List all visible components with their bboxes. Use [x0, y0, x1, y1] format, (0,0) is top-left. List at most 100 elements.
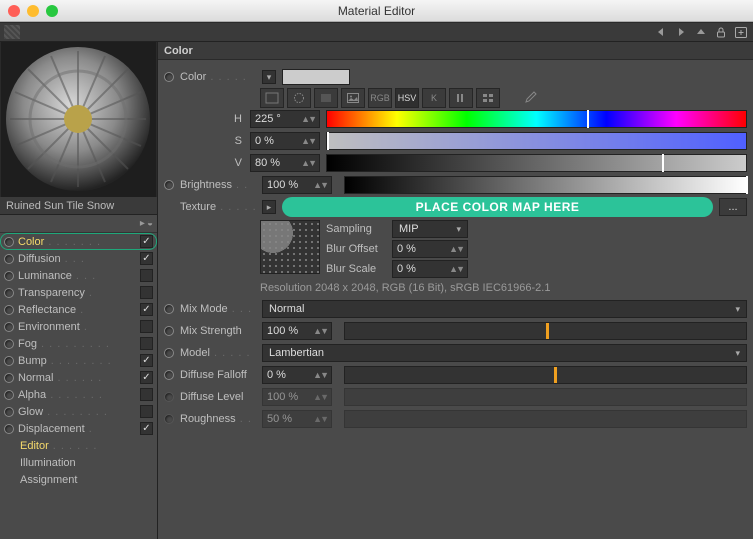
tool-rgb[interactable]: RGB — [368, 88, 392, 108]
tool-wheel-icon[interactable] — [287, 88, 311, 108]
close-button[interactable] — [8, 5, 20, 17]
model-row: Model . . . . . Lambertian▾ — [164, 342, 747, 364]
channel-checkbox[interactable] — [140, 252, 153, 265]
tool-grid-icon[interactable] — [476, 88, 500, 108]
channel-normal[interactable]: Normal . . . . . . — [0, 369, 157, 386]
diffusefalloff-field[interactable]: 0 %▲▼ — [262, 366, 332, 384]
val-slider[interactable] — [326, 154, 747, 172]
channel-transparency[interactable]: Transparency . — [0, 284, 157, 301]
sat-label: S — [164, 135, 250, 147]
sidebar-right-icon[interactable]: ▸ — [140, 218, 145, 229]
radio-icon[interactable] — [4, 407, 14, 417]
radio-color[interactable] — [164, 72, 174, 82]
channel-displacement[interactable]: Displacement . — [0, 420, 157, 437]
channel-luminance[interactable]: Luminance . . . — [0, 267, 157, 284]
channel-reflectance[interactable]: Reflectance . — [0, 301, 157, 318]
nav-up-icon[interactable] — [693, 25, 709, 39]
material-name[interactable]: Ruined Sun Tile Snow — [0, 197, 157, 215]
material-preview[interactable] — [0, 42, 157, 197]
radio-icon[interactable] — [4, 254, 14, 264]
channel-checkbox[interactable] — [140, 337, 153, 350]
tool-mixer-icon[interactable] — [449, 88, 473, 108]
sat-slider[interactable] — [326, 132, 747, 150]
brightness-slider[interactable] — [344, 176, 747, 194]
radio-icon[interactable] — [4, 339, 14, 349]
channel-checkbox[interactable] — [140, 354, 153, 367]
channel-checkbox[interactable] — [140, 235, 153, 248]
tool-spectrum-icon[interactable] — [260, 88, 284, 108]
nav-left-icon[interactable] — [653, 25, 669, 39]
sidebar: Ruined Sun Tile Snow ▸ ◒ Color . . . . .… — [0, 42, 158, 539]
channel-glow[interactable]: Glow . . . . . . . . — [0, 403, 157, 420]
channel-checkbox[interactable] — [140, 269, 153, 282]
val-field[interactable]: 80 %▲▼ — [250, 154, 320, 172]
channel-checkbox[interactable] — [140, 422, 153, 435]
tool-swatches-icon[interactable] — [314, 88, 338, 108]
channel-checkbox[interactable] — [140, 320, 153, 333]
radio-diffusefalloff[interactable] — [164, 370, 174, 380]
sub-assignment[interactable]: Assignment — [0, 471, 157, 488]
texture-preview[interactable] — [260, 220, 320, 274]
channel-checkbox[interactable] — [140, 388, 153, 401]
sub-editor[interactable]: Editor . . . . . . — [0, 437, 157, 454]
mixstrength-field[interactable]: 100 %▲▼ — [262, 322, 332, 340]
channel-color[interactable]: Color . . . . . . . — [0, 233, 157, 250]
radio-icon[interactable] — [4, 356, 14, 366]
tool-k[interactable]: K — [422, 88, 446, 108]
brightness-field[interactable]: 100 %▲▼ — [262, 176, 332, 194]
bluroffset-row: Blur Offset 0 %▲▼ — [326, 240, 747, 258]
radio-icon[interactable] — [4, 305, 14, 315]
diffusefalloff-slider[interactable] — [344, 366, 747, 384]
sidebar-target-icon[interactable]: ◒ — [147, 218, 153, 229]
radio-icon[interactable] — [4, 322, 14, 332]
radio-mixstrength[interactable] — [164, 326, 174, 336]
hue-field[interactable]: 225 °▲▼ — [250, 110, 320, 128]
bluroffset-field[interactable]: 0 %▲▼ — [392, 240, 468, 258]
tool-picture-icon[interactable] — [341, 88, 365, 108]
channel-diffusion[interactable]: Diffusion . . . — [0, 250, 157, 267]
radio-icon[interactable] — [4, 373, 14, 383]
roughness-label: Roughness . . — [180, 413, 256, 425]
radio-icon[interactable] — [4, 390, 14, 400]
tool-eyedropper-icon[interactable] — [518, 88, 542, 108]
channel-checkbox[interactable] — [140, 286, 153, 299]
radio-icon[interactable] — [4, 237, 14, 247]
radio-brightness[interactable] — [164, 180, 174, 190]
texture-expand-icon[interactable]: ▸ — [262, 200, 276, 214]
channel-checkbox[interactable] — [140, 405, 153, 418]
texture-map-button[interactable]: PLACE COLOR MAP HERE — [282, 197, 713, 217]
channel-checkbox[interactable] — [140, 371, 153, 384]
color-expand-icon[interactable]: ▾ — [262, 70, 276, 84]
stepper-icon: ▲▼ — [313, 414, 327, 424]
radio-model[interactable] — [164, 348, 174, 358]
texture-row: Texture . . . . . ▸ PLACE COLOR MAP HERE… — [164, 196, 747, 218]
sampling-dropdown[interactable]: MIP▾ — [392, 220, 468, 238]
radio-icon[interactable] — [4, 288, 14, 298]
nav-right-icon[interactable] — [673, 25, 689, 39]
channel-fog[interactable]: Fog . . . . . . . . . — [0, 335, 157, 352]
radio-icon[interactable] — [4, 271, 14, 281]
diffusefalloff-label: Diffuse Falloff — [180, 369, 256, 381]
mixstrength-slider[interactable] — [344, 322, 747, 340]
hue-slider[interactable] — [326, 110, 747, 128]
color-swatch[interactable] — [282, 69, 350, 85]
texture-browse-button[interactable]: ... — [719, 198, 747, 216]
sub-illumination[interactable]: Illumination — [0, 454, 157, 471]
channel-checkbox[interactable] — [140, 303, 153, 316]
blurscale-field[interactable]: 0 %▲▼ — [392, 260, 468, 278]
minimize-button[interactable] — [27, 5, 39, 17]
sat-field[interactable]: 0 %▲▼ — [250, 132, 320, 150]
channel-bump[interactable]: Bump . . . . . . . . — [0, 352, 157, 369]
new-tab-icon[interactable] — [733, 25, 749, 39]
tool-hsv[interactable]: HSV — [395, 88, 419, 108]
radio-icon[interactable] — [4, 424, 14, 434]
model-dropdown[interactable]: Lambertian▾ — [262, 344, 747, 362]
zoom-button[interactable] — [46, 5, 58, 17]
channel-environment[interactable]: Environment . — [0, 318, 157, 335]
channel-alpha[interactable]: Alpha . . . . . . . — [0, 386, 157, 403]
diffuselevel-slider — [344, 388, 747, 406]
mixmode-dropdown[interactable]: Normal▾ — [262, 300, 747, 318]
stepper-icon: ▲▼ — [301, 114, 315, 124]
lock-icon[interactable] — [713, 25, 729, 39]
radio-mixmode[interactable] — [164, 304, 174, 314]
